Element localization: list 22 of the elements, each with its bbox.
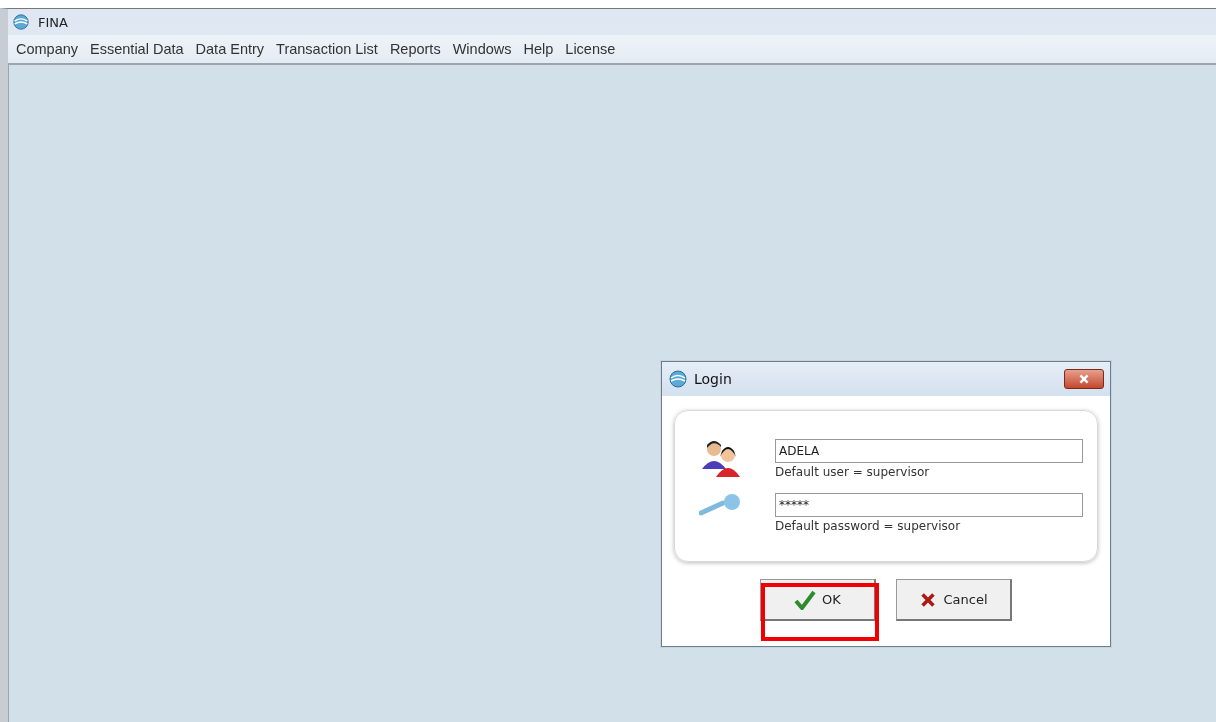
globe-icon [12, 13, 30, 31]
window-title: FINA [38, 14, 68, 30]
close-button[interactable] [1064, 369, 1104, 389]
menu-item[interactable]: Transaction List [270, 41, 384, 57]
hint-text: Default user = supervisor [775, 465, 931, 479]
checkmark-icon [794, 589, 817, 610]
close-icon [1078, 373, 1090, 385]
menu-item[interactable]: Reports [383, 41, 447, 57]
password-field[interactable]: ***** [775, 493, 1083, 517]
menu-item[interactable]: Company [10, 41, 85, 57]
users-icon [700, 439, 742, 479]
hint-text: Default password = supervisor [775, 519, 962, 533]
globe-icon [668, 369, 688, 389]
menu-item[interactable]: Essential Data [84, 41, 190, 57]
username-field[interactable]: ADELA [775, 439, 1083, 463]
key-icon [699, 493, 743, 517]
dialog-title: Login [694, 371, 733, 387]
menu-item[interactable]: Data Entry [189, 41, 271, 57]
menu-item[interactable]: License [559, 41, 622, 57]
menu-item[interactable]: Windows [446, 41, 518, 57]
cancel-button[interactable]: Cancel [896, 579, 1012, 621]
menu-item[interactable]: Help [517, 41, 560, 57]
